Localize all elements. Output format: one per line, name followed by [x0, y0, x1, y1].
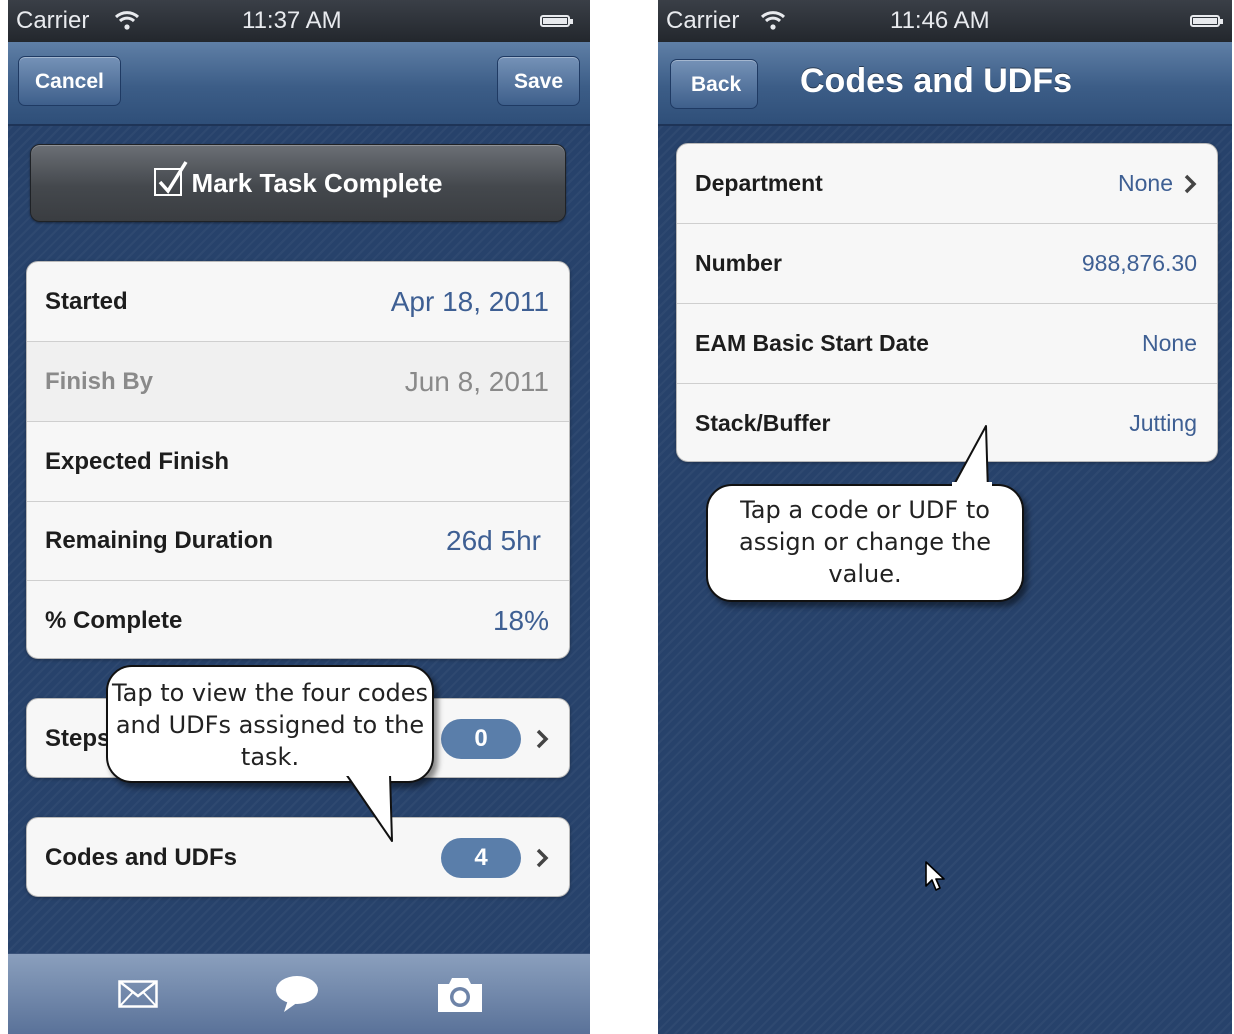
carrier-label: Carrier — [666, 7, 740, 34]
codes-udfs-group: Codes and UDFs 4 — [26, 817, 570, 897]
carrier-label: Carrier — [16, 7, 90, 34]
steps-label: Steps — [45, 725, 111, 752]
chevron-right-icon — [536, 729, 549, 749]
steps-count-badge: 0 — [441, 719, 521, 759]
status-time: 11:37 AM — [242, 7, 342, 34]
callout-tooltip: Tap to view the four codes and UDFs assi… — [106, 665, 434, 783]
mark-task-complete-label: Mark Task Complete — [191, 168, 443, 198]
percent-complete-label: % Complete — [45, 606, 183, 634]
codes-udfs-row[interactable]: Codes and UDFs 4 — [27, 818, 569, 896]
callout-pointer-joint — [952, 482, 992, 488]
stack-buffer-row[interactable]: Stack/Buffer Jutting — [677, 383, 1217, 461]
back-label: Back — [691, 73, 742, 96]
expected-finish-label: Expected Finish — [45, 447, 230, 475]
eam-start-date-label: EAM Basic Start Date — [695, 330, 929, 356]
nav-bar: Back Codes and UDFs — [658, 42, 1232, 126]
camera-icon[interactable] — [436, 974, 484, 1014]
callout-pointer — [344, 770, 393, 842]
department-label: Department — [695, 170, 823, 196]
tab-bar — [8, 953, 590, 1034]
back-button[interactable]: Back — [670, 59, 759, 109]
page-title: Codes and UDFs — [800, 62, 1073, 100]
codes-udfs-label: Codes and UDFs — [45, 844, 238, 871]
chevron-right-icon — [536, 848, 549, 868]
percent-complete-row[interactable]: % Complete 18% — [27, 580, 569, 658]
remaining-duration-label: Remaining Duration — [45, 527, 274, 554]
finish-by-label: Finish By — [45, 367, 154, 395]
finish-by-row: Finish By Jun 8, 2011 — [27, 341, 569, 421]
callout-text: Tap to view the four codes and UDFs assi… — [111, 679, 429, 771]
status-time: 11:46 AM — [890, 7, 990, 34]
save-button[interactable]: Save — [496, 56, 580, 106]
wifi-icon — [760, 11, 786, 30]
comment-icon[interactable] — [274, 974, 320, 1014]
remaining-duration-value: 26d 5hr — [446, 525, 541, 556]
mark-task-complete-button[interactable]: Mark Task Complete — [30, 144, 566, 222]
department-row[interactable]: Department None — [677, 144, 1217, 223]
started-value: Apr 18, 2011 — [390, 285, 549, 317]
number-value: 988,876.30 — [1081, 250, 1197, 276]
department-value: None — [1118, 170, 1173, 196]
stack-buffer-value: Jutting — [1129, 410, 1197, 436]
checkmark-icon — [153, 161, 188, 197]
finish-by-value: Jun 8, 2011 — [404, 365, 549, 397]
cancel-button[interactable]: Cancel — [18, 56, 121, 106]
wifi-icon — [114, 11, 140, 30]
codes-list-group: Department None Number 988,876.30 EAM Ba… — [676, 143, 1218, 462]
nav-bar: Cancel Save — [8, 42, 590, 126]
battery-icon — [1190, 15, 1223, 27]
started-row[interactable]: Started Apr 18, 2011 — [27, 262, 569, 341]
mouse-pointer-icon — [925, 861, 945, 891]
percent-complete-value: 18% — [492, 604, 549, 636]
task-details-group: Started Apr 18, 2011 Finish By Jun 8, 20… — [26, 261, 570, 659]
status-bar: Carrier 11:46 AM — [658, 0, 1232, 42]
callout-text: Tap a code or UDF to assign or change th… — [739, 496, 991, 588]
stack-buffer-label: Stack/Buffer — [695, 410, 831, 436]
eam-start-date-row[interactable]: EAM Basic Start Date None — [677, 303, 1217, 383]
remaining-duration-row[interactable]: Remaining Duration 26d 5hr — [27, 501, 569, 580]
number-row[interactable]: Number 988,876.30 — [677, 223, 1217, 303]
codes-count-badge: 4 — [441, 838, 521, 878]
number-label: Number — [695, 250, 782, 276]
callout-tooltip: Tap a code or UDF to assign or change th… — [706, 484, 1024, 602]
battery-icon — [540, 15, 573, 27]
started-label: Started — [45, 287, 128, 315]
expected-finish-row[interactable]: Expected Finish — [27, 421, 569, 501]
chevron-right-icon — [1184, 174, 1197, 193]
mail-icon[interactable] — [118, 980, 158, 1008]
eam-start-date-value: None — [1142, 330, 1197, 356]
status-bar: Carrier 11:37 AM — [8, 0, 590, 42]
left-phone-screen: Carrier 11:37 AM Cancel Save Mark Task C… — [8, 0, 590, 1034]
